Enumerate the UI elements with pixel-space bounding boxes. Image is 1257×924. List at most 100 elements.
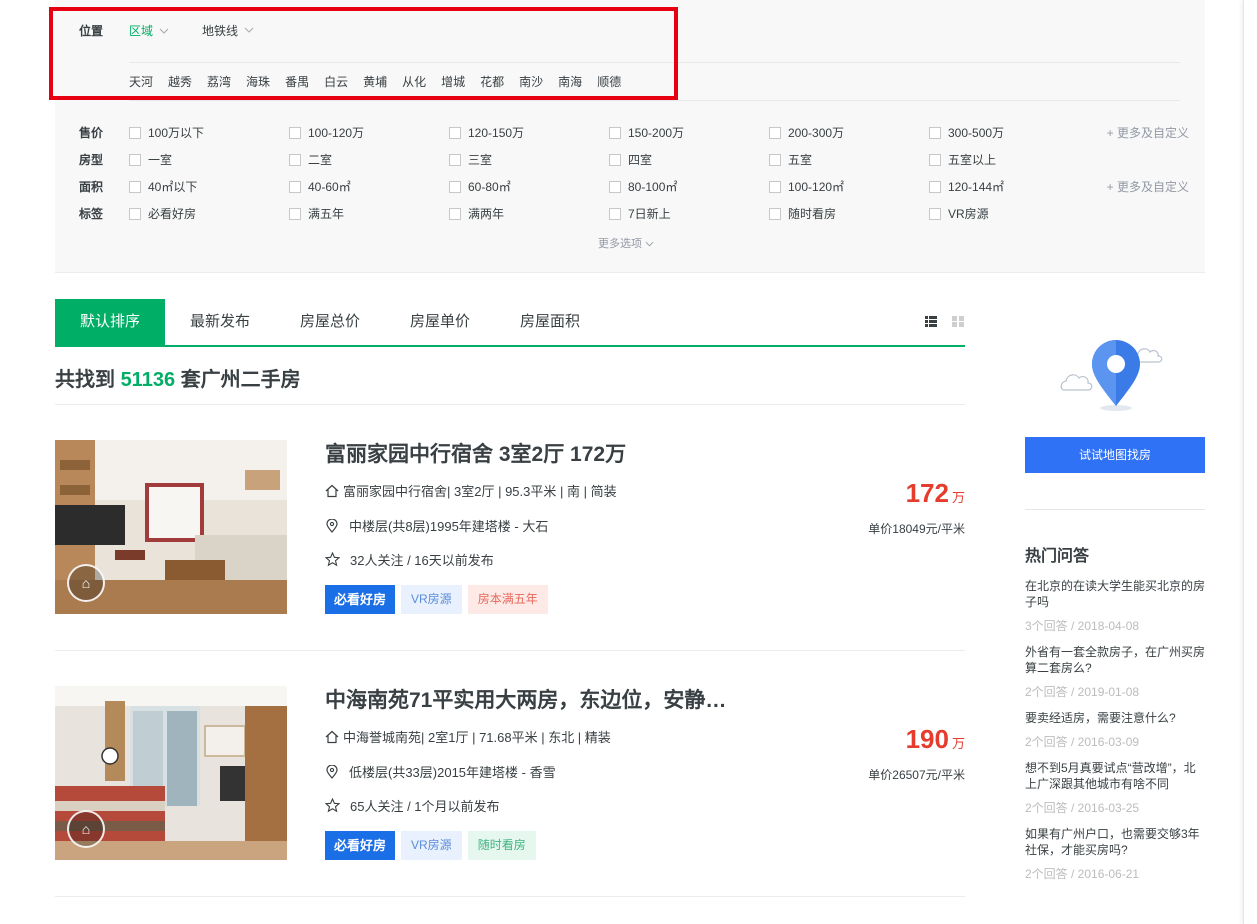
price-option[interactable]: 300-500万 [929, 124, 1004, 141]
tag-option[interactable]: 7日新上 [609, 205, 671, 222]
sort-tab-total-price[interactable]: 房屋总价 [275, 299, 385, 345]
checkbox[interactable] [289, 153, 301, 166]
community-link[interactable]: 中海誉城南苑 [343, 727, 421, 746]
checkbox[interactable] [609, 126, 621, 139]
listing-photo[interactable]: ⌂ [55, 686, 287, 860]
tag-option[interactable]: 满五年 [289, 205, 344, 222]
checkbox[interactable] [769, 126, 781, 139]
map-pin-illustration-icon [1060, 340, 1163, 411]
area-option[interactable]: 40㎡以下 [129, 178, 197, 195]
checkbox[interactable] [129, 153, 141, 166]
checkbox[interactable] [769, 207, 781, 220]
sort-tab-default[interactable]: 默认排序 [55, 299, 165, 345]
area-option[interactable]: 120-144㎡ [929, 178, 1004, 195]
checkbox[interactable] [289, 207, 301, 220]
checkbox[interactable] [129, 180, 141, 193]
room-option[interactable]: 五室以上 [929, 151, 996, 168]
checkbox[interactable] [769, 153, 781, 166]
option-label: VR房源 [948, 207, 989, 221]
price-value: 190 [905, 724, 949, 754]
more-custom-link[interactable]: + 更多及自定义 [1107, 178, 1189, 195]
listing-house-info: 中海誉城南苑 | 2室1厅 | 71.68平米 | 东北 | 精装 [325, 727, 611, 746]
checkbox[interactable] [929, 153, 941, 166]
room-option[interactable]: 三室 [449, 151, 492, 168]
area-option[interactable]: 100-120㎡ [769, 178, 844, 195]
listing-follow: 32人关注 / 16天以前发布 [325, 550, 494, 569]
checkbox[interactable] [929, 207, 941, 220]
qa-question[interactable]: 要卖经适房，需要注意什么? [1025, 710, 1207, 726]
tag-option[interactable]: 满两年 [449, 205, 504, 222]
option-label: 一室 [148, 153, 173, 167]
community-link[interactable]: 富丽家园中行宿舍 [343, 481, 447, 500]
option-label: 100-120万 [308, 126, 365, 140]
tag-option[interactable]: 必看好房 [129, 205, 196, 222]
price-option[interactable]: 100-120万 [289, 124, 364, 141]
area-option[interactable]: 60-80㎡ [449, 178, 511, 195]
option-label: 150-200万 [628, 126, 685, 140]
checkbox[interactable] [449, 180, 461, 193]
room-option[interactable]: 五室 [769, 151, 812, 168]
result-suffix: 套广州二手房 [180, 369, 301, 391]
listing-title[interactable]: 中海南苑71平实用大两房，东边位，安静… [325, 684, 726, 714]
option-label: 满两年 [468, 207, 505, 221]
checkbox[interactable] [129, 126, 141, 139]
sort-tab-newest[interactable]: 最新发布 [165, 299, 275, 345]
vr-badge-icon: ⌂ [67, 810, 105, 848]
tag-must-see: 必看好房 [325, 831, 396, 860]
room-option[interactable]: 二室 [289, 151, 332, 168]
price-option[interactable]: 120-150万 [449, 124, 524, 141]
checkbox[interactable] [449, 153, 461, 166]
price-option[interactable]: 200-300万 [769, 124, 844, 141]
area-option[interactable]: 80-100㎡ [609, 178, 677, 195]
sort-tab-unit-price[interactable]: 房屋单价 [385, 299, 495, 345]
highlight-box [49, 7, 678, 100]
tag-option[interactable]: 随时看房 [769, 205, 836, 222]
qa-question[interactable]: 在北京的在读大学生能买北京的房子吗 [1025, 578, 1207, 610]
qa-meta: 2个回答 / 2016-03-09 [1025, 735, 1140, 749]
price-option[interactable]: 150-200万 [609, 124, 684, 141]
checkbox[interactable] [929, 180, 941, 193]
area-option[interactable]: 40-60㎡ [289, 178, 351, 195]
price-option[interactable]: 100万以下 [129, 124, 204, 141]
qa-question[interactable]: 想不到5月真要试点“营改增”，北上广深跟其他城市有啥不同 [1025, 760, 1207, 792]
filter-row-rooms: 房型 一室 二室 三室 四室 五室 五室以上 [79, 151, 1189, 167]
checkbox[interactable] [609, 207, 621, 220]
tag-option[interactable]: VR房源 [929, 205, 989, 222]
house-attributes: | 2室1厅 | 71.68平米 | 东北 | 精装 [421, 730, 611, 745]
option-label: 40㎡以下 [148, 180, 198, 194]
checkbox[interactable] [449, 207, 461, 220]
listing-photo[interactable]: ⌂ [55, 440, 287, 614]
list-view-icon[interactable] [925, 316, 937, 327]
checkbox[interactable] [929, 126, 941, 139]
sort-tab-area[interactable]: 房屋面积 [495, 299, 605, 345]
house-icon [325, 484, 339, 497]
checkbox[interactable] [289, 180, 301, 193]
unit-price: 单价26507元/平米 [868, 768, 965, 782]
checkbox[interactable] [769, 180, 781, 193]
checkbox[interactable] [609, 180, 621, 193]
option-label: 二室 [308, 153, 333, 167]
checkbox[interactable] [449, 126, 461, 139]
option-label: 40-60㎡ [308, 180, 351, 194]
more-options-toggle[interactable]: 更多选项 [598, 235, 654, 251]
option-label: 120-144㎡ [948, 180, 1005, 194]
more-options-label: 更多选项 [598, 238, 642, 250]
option-label: 80-100㎡ [628, 180, 678, 194]
grid-view-icon[interactable] [952, 316, 964, 327]
qa-question[interactable]: 如果有广州户口，也需要交够3年社保，才能买房吗? [1025, 826, 1207, 858]
follow-text: 32人关注 / 16天以前发布 [350, 553, 494, 568]
house-attributes: | 3室2厅 | 95.3平米 | 南 | 简装 [447, 484, 617, 499]
room-option[interactable]: 四室 [609, 151, 652, 168]
filter-row-tags: 标签 必看好房 满五年 满两年 7日新上 随时看房 VR房源 [79, 205, 1189, 221]
qa-question[interactable]: 外省有一套全款房子，在广州买房算二套房么? [1025, 644, 1207, 676]
listing-title[interactable]: 富丽家园中行宿舍 3室2厅 172万 [325, 438, 626, 468]
more-custom-link[interactable]: + 更多及自定义 [1107, 124, 1189, 141]
checkbox[interactable] [289, 126, 301, 139]
qa-item: 在北京的在读大学生能买北京的房子吗 3个回答 / 2018-04-08 [1025, 578, 1207, 634]
checkbox[interactable] [129, 207, 141, 220]
option-label: 三室 [468, 153, 493, 167]
checkbox[interactable] [609, 153, 621, 166]
map-search-button[interactable]: 试试地图找房 [1025, 437, 1205, 473]
filter-row-label: 房型 [79, 153, 104, 167]
room-option[interactable]: 一室 [129, 151, 172, 168]
